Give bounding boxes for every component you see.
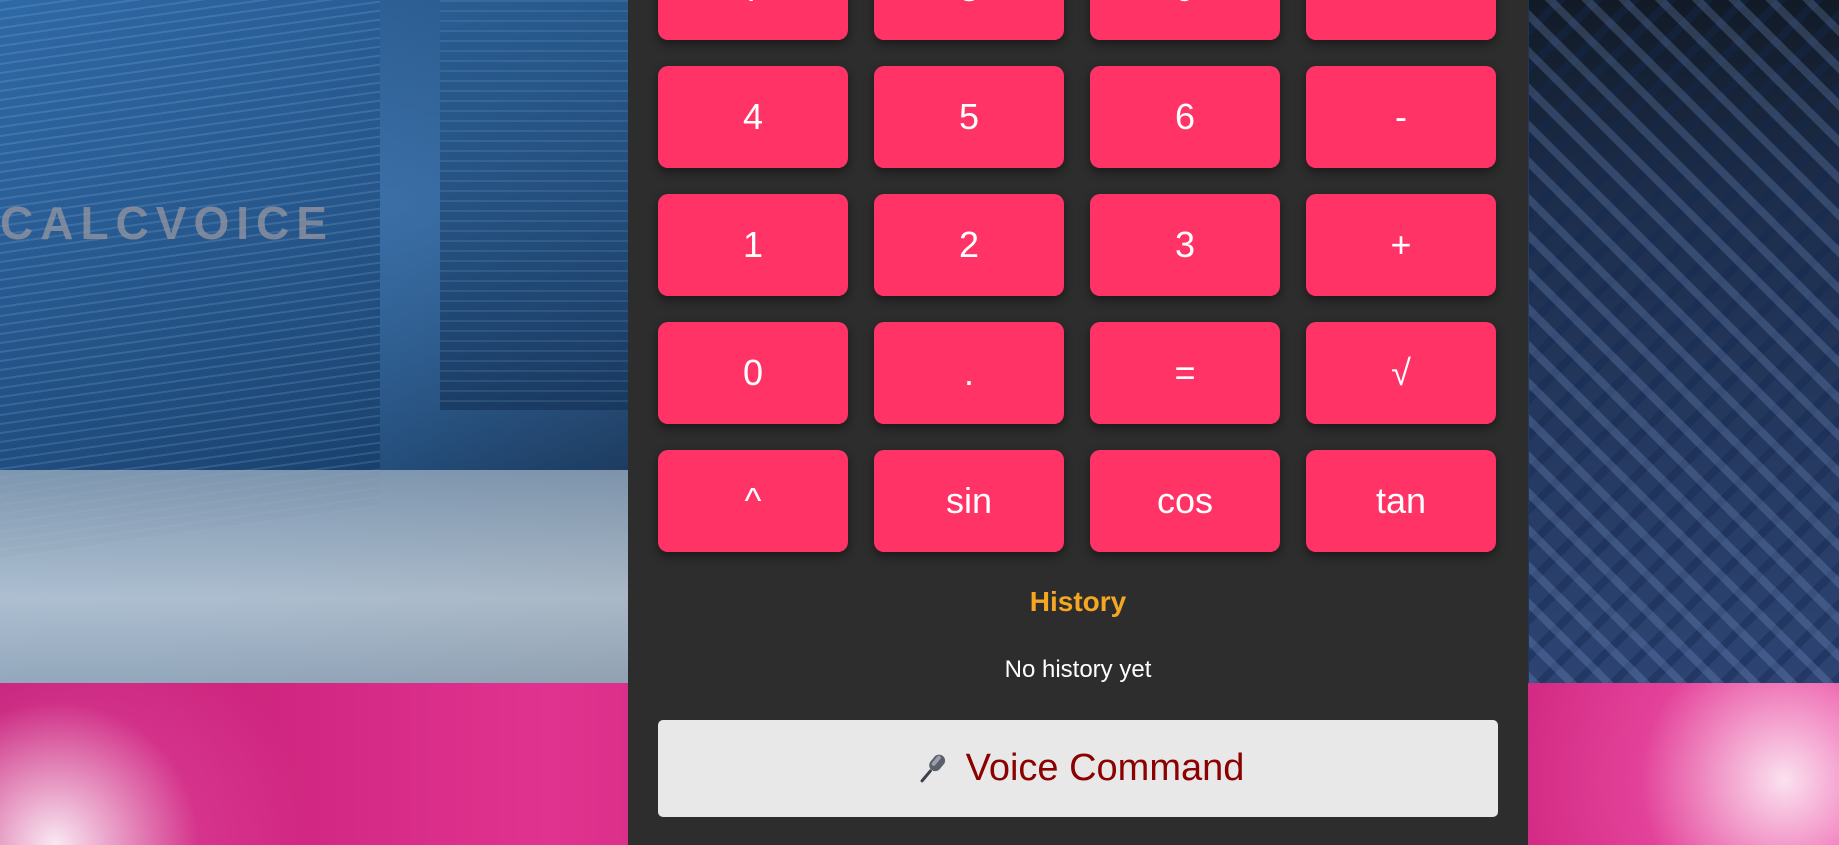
- key-tan[interactable]: tan: [1306, 450, 1496, 552]
- key-add[interactable]: +: [1306, 194, 1496, 296]
- voice-command-label: Voice Command: [965, 747, 1245, 789]
- key-9[interactable]: 9: [1090, 0, 1280, 40]
- key-1[interactable]: 1: [658, 194, 848, 296]
- key-sqrt[interactable]: √: [1306, 322, 1496, 424]
- key-multiply[interactable]: *: [1306, 0, 1496, 40]
- history-title: History: [1029, 586, 1127, 617]
- background-monitor-2: [440, 0, 630, 410]
- key-equals[interactable]: =: [1090, 322, 1280, 424]
- key-sin[interactable]: sin: [874, 450, 1064, 552]
- key-3[interactable]: 3: [1090, 194, 1280, 296]
- key-power[interactable]: ^: [658, 450, 848, 552]
- key-0[interactable]: 0: [658, 322, 848, 424]
- background-desk: [0, 470, 640, 683]
- key-subtract[interactable]: -: [1306, 66, 1496, 168]
- brand-logo: CALCVOICE: [0, 197, 334, 249]
- key-2[interactable]: 2: [874, 194, 1064, 296]
- keypad: 789 * 456- 123 +0. = √ ^ sincostan: [658, 0, 1496, 552]
- microphone-icon: [912, 749, 952, 789]
- voice-command-button[interactable]: Voice Command: [658, 720, 1498, 817]
- history-empty-message: No history yet: [1004, 656, 1152, 683]
- key-cos[interactable]: cos: [1090, 450, 1280, 552]
- key-6[interactable]: 6: [1090, 66, 1280, 168]
- key-8[interactable]: 8: [874, 0, 1064, 40]
- key-4[interactable]: 4: [658, 66, 848, 168]
- calculator-panel: 789 * 456- 123 +0. = √ ^ sincostan History No hi…: [628, 0, 1528, 845]
- key-7[interactable]: 7: [658, 0, 848, 40]
- key-5[interactable]: 5: [874, 66, 1064, 168]
- background-person: [1529, 0, 1839, 683]
- key-decimal[interactable]: .: [874, 322, 1064, 424]
